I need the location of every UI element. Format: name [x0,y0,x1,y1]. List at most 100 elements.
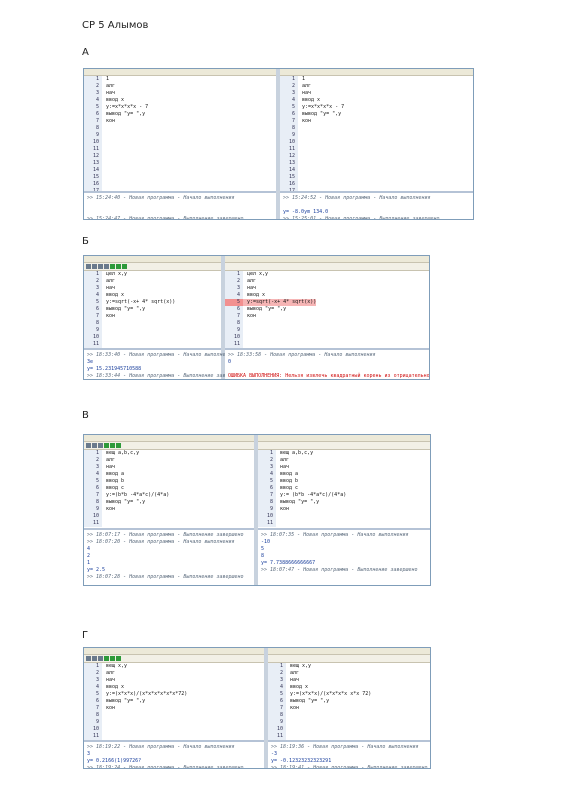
code-line[interactable]: 2 алг [258,457,430,464]
code-line[interactable]: 6 ввод c [84,485,254,492]
code-line[interactable]: 4 ввод x [268,684,430,691]
code-line[interactable]: 3 нач [258,464,430,471]
code-line[interactable]: 11 [84,76,276,83]
code-line[interactable]: 5 ввод b [84,478,254,485]
code-line[interactable]: 10 [84,334,221,341]
menu-bar[interactable] [84,256,429,263]
code-line[interactable]: 7 кон [84,705,264,712]
code-line[interactable]: 8 [280,125,473,132]
code-line[interactable]: 4 ввод x [225,292,429,299]
code-line[interactable]: 1 цел x,y [84,271,221,278]
code-editor-left[interactable]: 1 вещ x,y 2 алг 3 нач 4 ввод x 5 y:=(x*x*x)/(x*x*… [84,663,264,740]
code-line[interactable]: 8 [268,712,430,719]
code-line[interactable]: 1 вещ x,y [268,663,430,670]
code-line[interactable]: 8 [84,712,264,719]
code-line[interactable]: 3 нач [84,677,264,684]
code-line[interactable]: 16 [280,181,473,188]
code-line[interactable]: 2 алг [84,278,221,285]
code-line[interactable]: 1 вещ a,b,c,y [258,450,430,457]
code-line[interactable]: 13 [84,160,276,167]
code-line[interactable]: 6 вывод "y= ",y [84,306,221,313]
code-line[interactable]: 2 алг [225,278,429,285]
code-line[interactable]: 12 [280,153,473,160]
code-line[interactable]: 8 [84,125,276,132]
code-line[interactable]: 1 цел x,y [225,271,429,278]
code-line[interactable]: 9 [225,327,429,334]
code-line[interactable]: 3 нач [225,285,429,292]
toolbar[interactable] [84,263,429,271]
code-line[interactable]: 14 [84,167,276,174]
code-line[interactable]: 8 вывод "y= ",y [258,499,430,506]
code-line[interactable]: 4 ввод x [84,292,221,299]
code-line[interactable]: 7 y:=(b*b -4*a*c)/(4*a) [84,492,254,499]
code-line[interactable]: 4 ввод a [84,471,254,478]
code-line[interactable]: 11 [84,733,264,740]
code-line[interactable]: 2 алг [84,457,254,464]
code-line[interactable]: 6 вывод "y= ",y [280,111,473,118]
code-line[interactable]: 10 [280,139,473,146]
code-line[interactable]: 14 [280,167,473,174]
code-line[interactable]: 8 вывод "y= ",y [84,499,254,506]
code-line[interactable]: 10 [258,513,430,520]
code-line[interactable]: 1 вещ a,b,c,y [84,450,254,457]
code-line[interactable]: 11 [84,146,276,153]
code-line[interactable]: 2 алг [84,670,264,677]
code-line[interactable]: 7 кон [268,705,430,712]
code-editor-left[interactable]: 1 вещ a,b,c,y 2 алг 3 нач 4 ввод a 5 ввод b 6 ввод … [84,450,254,527]
code-line[interactable]: 7 кон [225,313,429,320]
code-line[interactable]: 5 y:=(x*x*x)/(x*x*x*x*x*x*72) [84,691,264,698]
code-line[interactable]: 9 [84,132,276,139]
code-line[interactable]: 11 [258,520,430,527]
code-line[interactable]: 9 [268,719,430,726]
code-line[interactable]: 4 ввод x [84,684,264,691]
code-line[interactable]: 15 [84,174,276,181]
code-line[interactable]: 2 алг [84,83,276,90]
code-line[interactable]: 5 y:=sqrt(-x+ 4* sqrt(x)) [225,299,429,306]
code-line[interactable]: 6 вывод "y= ",y [84,698,264,705]
code-line[interactable]: 6 вывод "y= ",y [268,698,430,705]
code-editor-right[interactable]: 1 вещ x,y 2 алг 3 нач 4 ввод x 5 y:=(x*x*x)/(x*x*… [268,663,430,740]
code-editor-right[interactable]: 1 вещ a,b,c,y 2 алг 3 нач 4 ввод a 5 ввод b 6 ввод … [258,450,430,527]
menu-bar[interactable] [84,648,430,655]
code-line[interactable]: 2 алг [280,83,473,90]
code-line[interactable]: 5 y:=(x*x*x)/(x*x*x*x x*x 72) [268,691,430,698]
code-line[interactable]: 8 [225,320,429,327]
code-line[interactable]: 9 [280,132,473,139]
code-line[interactable]: 5 ввод b [258,478,430,485]
code-line[interactable]: 6 вывод "y= ",y [84,111,276,118]
code-line[interactable]: 9 [84,719,264,726]
code-line[interactable]: 10 [84,139,276,146]
code-line[interactable]: 7 кон [84,118,276,125]
code-line[interactable]: 11 [268,733,430,740]
code-line[interactable]: 3 нач [280,90,473,97]
code-line[interactable]: 10 [84,513,254,520]
code-line[interactable]: 3 нач [268,677,430,684]
code-line[interactable]: 3 нач [84,90,276,97]
toolbar[interactable] [84,655,430,663]
code-line[interactable]: 4 ввод x [84,97,276,104]
code-editor-right[interactable]: 1 цел x,y 2 алг 3 нач 4 ввод x 5 y:=sqrt(-x+ 4* s… [225,271,429,355]
code-line[interactable]: 10 [84,726,264,733]
code-line[interactable]: 12 [84,153,276,160]
code-line[interactable]: 8 [84,320,221,327]
code-line[interactable]: 13 [280,160,473,167]
code-line[interactable]: 7 y:= (b*b -4*a*c)/(4*a) [258,492,430,499]
code-line[interactable]: 15 [280,174,473,181]
code-line[interactable]: 4 ввод x [280,97,473,104]
code-line[interactable]: 11 [280,76,473,83]
code-line[interactable]: 3 нач [84,464,254,471]
code-line[interactable]: 9 [84,327,221,334]
code-line[interactable]: 5 y:=x*x*x*x - 7 [280,104,473,111]
code-line[interactable]: 9 кон [84,506,254,513]
code-line[interactable]: 5 y:=sqrt(-x+ 4* sqrt(x)) [84,299,221,306]
code-line[interactable]: 6 ввод c [258,485,430,492]
code-line[interactable]: 9 кон [258,506,430,513]
code-line[interactable]: 16 [84,181,276,188]
code-line[interactable]: 3 нач [84,285,221,292]
code-editor-left[interactable]: 1 цел x,y 2 алг 3 нач 4 ввод x 5 y:=sqrt(-x+ 4* s… [84,271,221,355]
code-line[interactable]: 11 [84,520,254,527]
code-line[interactable]: 11 [84,341,221,348]
code-line[interactable]: 11 [280,146,473,153]
code-line[interactable]: 4 ввод a [258,471,430,478]
code-line[interactable]: 7 кон [280,118,473,125]
